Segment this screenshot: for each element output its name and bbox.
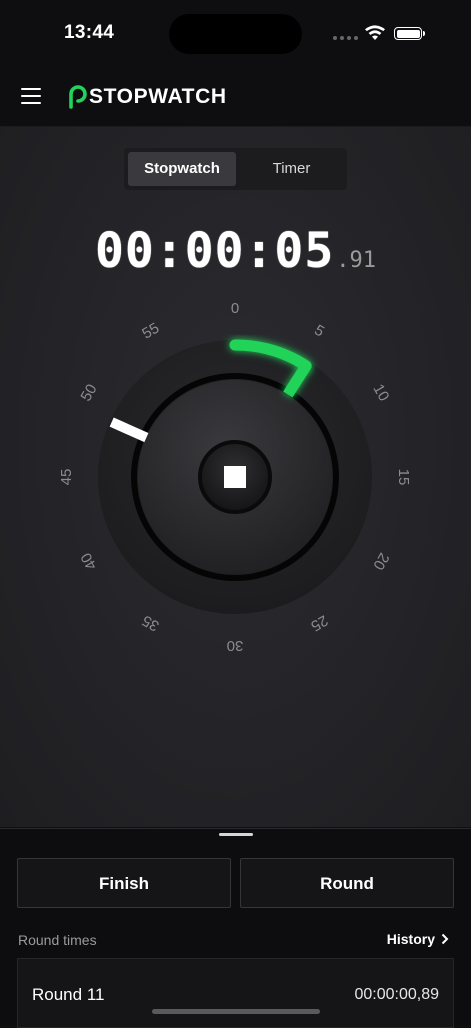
hamburger-menu-icon[interactable] xyxy=(21,88,41,104)
dial-tick-label-0: 0 xyxy=(231,300,239,317)
dial-tick-label-25: 25 xyxy=(308,611,331,634)
dial-tick-label-10: 10 xyxy=(369,381,392,404)
home-indicator xyxy=(152,1009,320,1014)
status-bar: 13:44 xyxy=(0,0,471,68)
dial-tick-label-35: 35 xyxy=(139,611,162,634)
dial-tick-label-45: 45 xyxy=(58,469,75,486)
stopwatch-main: Stopwatch Timer 00:00:05.91 0 5 10 15 20… xyxy=(0,127,471,827)
logo-text: STOPWATCH xyxy=(89,85,227,108)
chevron-right-icon xyxy=(441,933,449,945)
finish-button[interactable]: Finish xyxy=(17,858,231,908)
dial-tick-label-30: 30 xyxy=(227,637,244,654)
round-times-heading: Round times xyxy=(18,932,97,948)
history-link-label: History xyxy=(386,931,435,947)
bottom-sheet: Finish Round Round times History Round 1… xyxy=(0,828,471,1028)
stopwatch-dial: 0 5 10 15 20 25 30 35 40 45 50 55 xyxy=(58,300,412,654)
battery-icon xyxy=(394,27,425,40)
app-header: STOPWATCH xyxy=(0,68,471,127)
dial-tick-label-15: 15 xyxy=(395,469,412,486)
round-button[interactable]: Round xyxy=(240,858,454,908)
status-time: 13:44 xyxy=(64,22,115,43)
round-list-item[interactable]: Round 11 00:00:00,89 xyxy=(17,958,454,1028)
dial-tick-label-5: 5 xyxy=(311,322,327,341)
app-logo: STOPWATCH xyxy=(68,85,227,109)
dynamic-island xyxy=(169,14,302,54)
round-time: 00:00:00,89 xyxy=(354,986,439,1003)
round-name: Round 11 xyxy=(32,985,105,1004)
cellular-signal-icon xyxy=(333,36,358,40)
stop-icon xyxy=(224,466,246,488)
sheet-drag-handle[interactable] xyxy=(219,833,253,836)
dial-tick-label-40: 40 xyxy=(78,550,101,573)
logo-mark-icon xyxy=(69,85,87,109)
stop-button[interactable] xyxy=(198,440,272,514)
dial-tick-label-20: 20 xyxy=(369,550,392,573)
dial-tick-label-55: 55 xyxy=(139,320,162,343)
dial-tick-label-50: 50 xyxy=(78,381,101,404)
history-link[interactable]: History xyxy=(387,931,449,947)
wifi-icon xyxy=(365,25,385,40)
